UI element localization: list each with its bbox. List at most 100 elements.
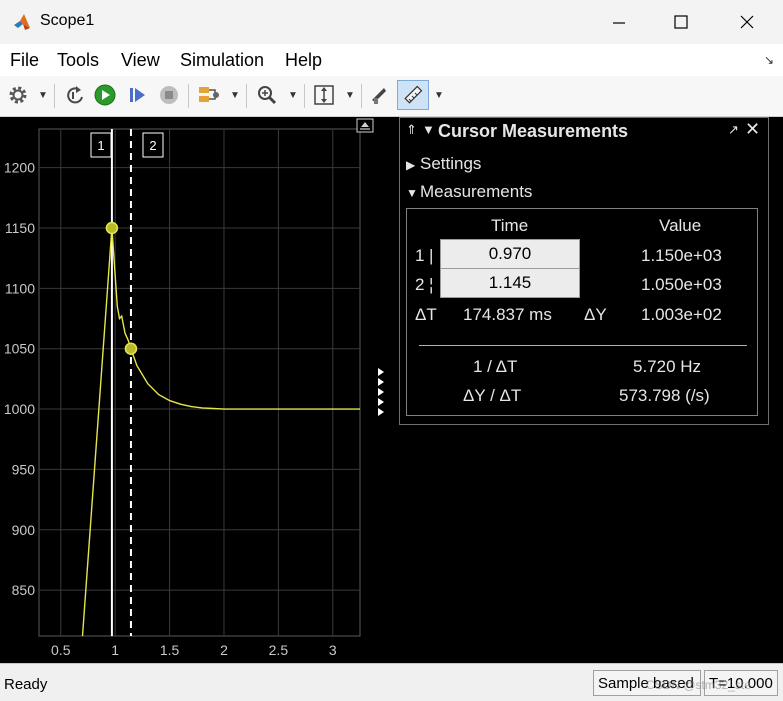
undock-panel-icon[interactable]: ↗ xyxy=(728,122,739,138)
status-ready: Ready xyxy=(4,676,48,693)
dock-arrow-icon[interactable] xyxy=(378,368,384,376)
close-button[interactable] xyxy=(718,0,776,44)
zoom-dropdown-icon[interactable]: ▼ xyxy=(288,90,298,101)
cursor-1-solid-icon: | xyxy=(429,246,434,265)
menu-bar xyxy=(0,44,783,76)
cursor-2-label: 2 xyxy=(149,138,156,153)
panel-header: ⇑ ▼ Cursor Measurements ↗ ✕ xyxy=(400,118,768,146)
menu-tools[interactable]: Tools xyxy=(57,50,99,71)
close-icon xyxy=(740,15,754,29)
fit-icon xyxy=(314,85,334,105)
collapse-measurements-icon[interactable]: ▼ xyxy=(406,186,418,200)
y-tick-label: 1050 xyxy=(4,341,35,357)
cursor-2-row-label: 2 xyxy=(415,275,425,294)
slope-value: 573.798 (/s) xyxy=(619,386,710,405)
settings-button[interactable] xyxy=(5,81,31,109)
time-column-header: Time xyxy=(491,216,529,235)
measure-dropdown-icon[interactable]: ▼ xyxy=(434,90,444,101)
x-tick-label: 2.5 xyxy=(269,642,289,658)
cursor-2-dashed-icon: ¦ xyxy=(429,275,434,294)
y-tick-label: 1000 xyxy=(4,401,35,417)
y-tick-label: 1100 xyxy=(5,280,35,296)
inverse-delta-t-label: 1 / ΔT xyxy=(473,357,518,376)
menu-help[interactable]: Help xyxy=(285,50,322,71)
zoom-button[interactable] xyxy=(254,81,280,109)
x-axis: 0.5 1 1.5 2 2.5 3 xyxy=(51,642,337,658)
measure-button[interactable] xyxy=(397,80,429,110)
highlight-button[interactable] xyxy=(196,81,222,109)
delta-t-value: 174.837 ms xyxy=(463,305,552,324)
toolbar-separator xyxy=(54,84,55,108)
maximize-icon xyxy=(674,15,688,29)
toolbar-separator xyxy=(304,84,305,108)
x-tick-label: 3 xyxy=(329,642,337,658)
x-tick-label: 1 xyxy=(111,642,119,658)
highlight-icon xyxy=(199,87,219,102)
undock-axes-icon[interactable] xyxy=(356,118,374,133)
inverse-delta-t-value: 5.720 Hz xyxy=(633,357,702,376)
value-column-header: Value xyxy=(659,216,702,235)
divider xyxy=(419,345,747,346)
y-tick-label: 950 xyxy=(12,461,36,477)
measurements-section[interactable]: Measurements xyxy=(420,182,532,202)
step-forward-icon xyxy=(130,88,145,102)
scope-plot[interactable]: 1200 1150 1100 1050 1000 950 900 850 0.5 1 1.5 2 2.… xyxy=(0,117,400,663)
cursor-1-time-field[interactable]: 0.970 xyxy=(440,239,580,269)
cursor-style-button[interactable] xyxy=(366,81,392,109)
fit-button[interactable] xyxy=(311,81,337,109)
x-tick-label: 0.5 xyxy=(51,642,71,658)
panel-title: Cursor Measurements xyxy=(438,121,629,141)
plot-area xyxy=(38,128,361,637)
cursor-style-icon xyxy=(372,88,386,104)
minimize-icon xyxy=(613,22,625,24)
cursor-2-value: 1.050e+03 xyxy=(641,275,722,294)
menu-file[interactable]: File xyxy=(10,50,39,71)
step-forward-button[interactable] xyxy=(124,81,150,109)
zoom-icon xyxy=(258,86,277,105)
highlight-dropdown-icon[interactable]: ▼ xyxy=(230,90,240,101)
dock-arrow-icon[interactable] xyxy=(378,408,384,416)
stop-icon xyxy=(160,86,178,104)
cursor-2-time-field[interactable]: 1.145 xyxy=(440,268,580,298)
menu-view[interactable]: View xyxy=(121,50,160,71)
y-axis: 1200 1150 1100 1050 1000 950 900 850 xyxy=(4,160,35,598)
measurements-table: Time Value 1 | 0.970 1.150e+03 2 ¦ 1.145… xyxy=(406,208,758,416)
x-tick-label: 1.5 xyxy=(160,642,180,658)
y-tick-label: 1150 xyxy=(5,220,35,236)
stop-button[interactable] xyxy=(156,81,182,109)
cursor-1-marker xyxy=(105,221,119,235)
dock-arrow-icon[interactable] xyxy=(378,398,384,406)
delta-y-value: 1.003e+02 xyxy=(641,305,722,324)
delta-t-label: ΔT xyxy=(415,305,437,324)
collapse-panel-icon[interactable]: ▼ xyxy=(422,122,435,137)
dock-arrow-icon[interactable] xyxy=(378,388,384,396)
menu-simulation[interactable]: Simulation xyxy=(180,50,264,71)
gear-icon xyxy=(9,86,27,104)
run-button[interactable] xyxy=(92,81,118,109)
cursor-1-row-label: 1 xyxy=(415,246,425,265)
expand-settings-icon[interactable]: ▶ xyxy=(406,158,415,172)
matlab-logo-icon xyxy=(14,14,30,30)
y-tick-label: 1200 xyxy=(4,160,35,176)
settings-section[interactable]: Settings xyxy=(420,154,481,174)
close-panel-icon[interactable]: ✕ xyxy=(745,119,760,140)
toolbar-separator xyxy=(188,84,189,108)
y-tick-label: 900 xyxy=(12,522,36,538)
dock-arrow-icon[interactable] xyxy=(378,378,384,386)
fit-dropdown-icon[interactable]: ▼ xyxy=(345,90,355,101)
toolbar-separator xyxy=(246,84,247,108)
maximize-button[interactable] xyxy=(652,0,710,44)
run-icon xyxy=(94,84,116,106)
x-tick-label: 2 xyxy=(220,642,228,658)
step-back-icon xyxy=(67,86,83,104)
step-back-button[interactable] xyxy=(62,81,88,109)
watermark: CSDN @stm32_ste xyxy=(646,678,751,692)
pin-icon[interactable]: ⇑ xyxy=(406,122,417,138)
settings-dropdown-icon[interactable]: ▼ xyxy=(38,90,48,101)
window-title: Scope1 xyxy=(40,12,95,29)
y-tick-label: 850 xyxy=(12,582,36,598)
cursor-2-marker xyxy=(124,342,138,355)
measure-ruler-icon xyxy=(404,85,423,104)
menu-expand-icon[interactable]: ↘ xyxy=(764,53,774,67)
minimize-button[interactable] xyxy=(590,0,648,44)
